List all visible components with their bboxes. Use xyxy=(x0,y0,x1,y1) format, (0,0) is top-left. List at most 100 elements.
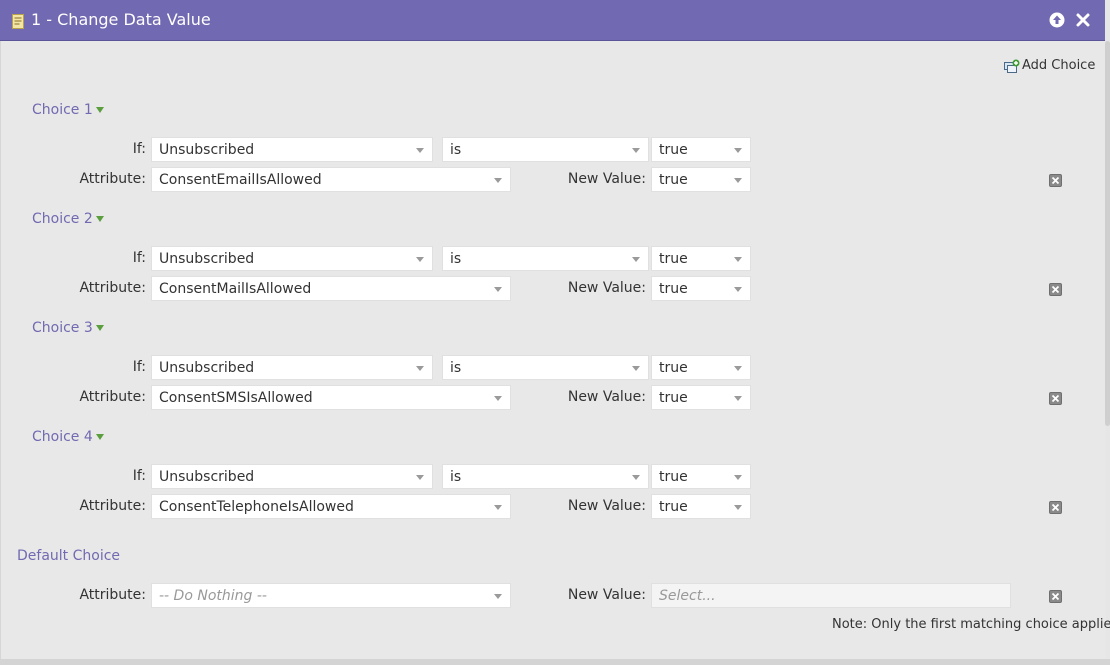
chevron-down-icon xyxy=(494,396,502,401)
if-label: If: xyxy=(132,468,146,484)
chevron-down-icon xyxy=(632,148,640,153)
expand-triangle-icon xyxy=(95,434,104,440)
choice-1-title: Choice 1 xyxy=(32,102,93,118)
chevron-down-icon xyxy=(494,287,502,292)
choice-4-attribute-value: ConsentTelephoneIsAllowed xyxy=(159,499,354,515)
choice-4-condition-value: true xyxy=(659,469,688,485)
chevron-down-icon xyxy=(632,475,640,480)
matching-note: Note: Only the first matching choice app… xyxy=(832,617,1110,632)
choice-3-operator-value: is xyxy=(450,360,462,376)
choice-4-if-field-value: Unsubscribed xyxy=(159,469,255,485)
choice-1-operator-value: is xyxy=(450,142,462,158)
choice-4-condition-value-select[interactable]: true xyxy=(651,464,751,489)
choice-3-operator-select[interactable]: is xyxy=(442,355,649,380)
choice-1-if-field-select[interactable]: Unsubscribed xyxy=(151,137,433,162)
chevron-down-icon xyxy=(494,505,502,510)
remove-choice-icon xyxy=(1051,592,1060,601)
default-attribute-value: -- Do Nothing -- xyxy=(159,588,267,604)
new-value-label: New Value: xyxy=(567,389,646,405)
dialog-body xyxy=(0,41,1106,659)
dialog-bottom-border xyxy=(0,659,1110,665)
attribute-label: Attribute: xyxy=(79,389,146,405)
remove-choice-1-button[interactable] xyxy=(1049,174,1062,187)
chevron-down-icon xyxy=(734,366,742,371)
if-label: If: xyxy=(132,359,146,375)
choice-1-operator-select[interactable]: is xyxy=(442,137,649,162)
remove-choice-3-button[interactable] xyxy=(1049,392,1062,405)
choice-4-operator-value: is xyxy=(450,469,462,485)
default-new-value-input[interactable]: Select... xyxy=(651,583,1011,608)
choice-4-new-value-select[interactable]: true xyxy=(651,494,751,519)
default-choice-title: Default Choice xyxy=(17,548,121,564)
attribute-label: Attribute: xyxy=(79,280,146,296)
chevron-down-icon xyxy=(632,257,640,262)
choice-3-toggle[interactable]: Choice 3 xyxy=(32,320,104,336)
if-label: If: xyxy=(132,141,146,157)
choice-1-condition-value-select[interactable]: true xyxy=(651,137,751,162)
chevron-down-icon xyxy=(734,505,742,510)
choice-2-attribute-value: ConsentMailIsAllowed xyxy=(159,281,312,297)
choice-2-if-field-select[interactable]: Unsubscribed xyxy=(151,246,433,271)
remove-choice-2-button[interactable] xyxy=(1049,283,1062,296)
expand-triangle-icon xyxy=(95,325,104,331)
chevron-down-icon xyxy=(734,396,742,401)
remove-default-choice-button[interactable] xyxy=(1049,590,1062,603)
choice-3-condition-value-select[interactable]: true xyxy=(651,355,751,380)
choice-3-condition-value: true xyxy=(659,360,688,376)
choice-1-condition-value: true xyxy=(659,142,688,158)
dialog-header: 1 - Change Data Value xyxy=(0,0,1105,41)
chevron-down-icon xyxy=(632,366,640,371)
dialog-title: 1 - Change Data Value xyxy=(31,10,211,29)
chevron-down-icon xyxy=(494,178,502,183)
choice-4-if-field-select[interactable]: Unsubscribed xyxy=(151,464,433,489)
choice-3-new-value-select[interactable]: true xyxy=(651,385,751,410)
choice-3-title: Choice 3 xyxy=(32,320,93,336)
new-value-label: New Value: xyxy=(567,171,646,187)
flow-step-icon xyxy=(12,14,24,29)
choice-4-toggle[interactable]: Choice 4 xyxy=(32,429,104,445)
choice-1-attribute-select[interactable]: ConsentEmailIsAllowed xyxy=(151,167,511,192)
chevron-down-icon xyxy=(734,475,742,480)
remove-choice-4-button[interactable] xyxy=(1049,501,1062,514)
if-label: If: xyxy=(132,250,146,266)
attribute-label: Attribute: xyxy=(79,587,146,603)
choice-1-new-value-select[interactable]: true xyxy=(651,167,751,192)
choice-4-new-value: true xyxy=(659,499,688,515)
add-choice-label: Add Choice xyxy=(1022,58,1096,73)
close-icon[interactable] xyxy=(1075,12,1091,28)
choice-2-if-field-value: Unsubscribed xyxy=(159,251,255,267)
choice-2-operator-select[interactable]: is xyxy=(442,246,649,271)
choice-2-condition-value-select[interactable]: true xyxy=(651,246,751,271)
choice-1-toggle[interactable]: Choice 1 xyxy=(32,102,104,118)
choice-2-condition-value: true xyxy=(659,251,688,267)
chevron-down-icon xyxy=(416,475,424,480)
new-value-label: New Value: xyxy=(567,498,646,514)
attribute-label: Attribute: xyxy=(79,171,146,187)
chevron-down-icon xyxy=(416,257,424,262)
choice-4-attribute-select[interactable]: ConsentTelephoneIsAllowed xyxy=(151,494,511,519)
choice-3-if-field-select[interactable]: Unsubscribed xyxy=(151,355,433,380)
choice-4-title: Choice 4 xyxy=(32,429,93,445)
chevron-down-icon xyxy=(734,148,742,153)
choice-3-new-value: true xyxy=(659,390,688,406)
choice-1-attribute-value: ConsentEmailIsAllowed xyxy=(159,172,322,188)
choice-3-attribute-value: ConsentSMSIsAllowed xyxy=(159,390,313,406)
arrow-up-icon[interactable] xyxy=(1049,12,1065,28)
chevron-down-icon xyxy=(416,366,424,371)
choice-2-new-value: true xyxy=(659,281,688,297)
new-value-label: New Value: xyxy=(567,587,646,603)
default-attribute-select[interactable]: -- Do Nothing -- xyxy=(151,583,511,608)
chevron-down-icon xyxy=(734,178,742,183)
vertical-scrollbar[interactable] xyxy=(1105,41,1110,426)
choice-2-attribute-select[interactable]: ConsentMailIsAllowed xyxy=(151,276,511,301)
choice-4-operator-select[interactable]: is xyxy=(442,464,649,489)
choice-2-toggle[interactable]: Choice 2 xyxy=(32,211,104,227)
choice-2-new-value-select[interactable]: true xyxy=(651,276,751,301)
remove-choice-icon xyxy=(1051,285,1060,294)
new-value-label: New Value: xyxy=(567,280,646,296)
choice-3-attribute-select[interactable]: ConsentSMSIsAllowed xyxy=(151,385,511,410)
choice-2-operator-value: is xyxy=(450,251,462,267)
expand-triangle-icon xyxy=(95,216,104,222)
attribute-label: Attribute: xyxy=(79,498,146,514)
chevron-down-icon xyxy=(416,148,424,153)
